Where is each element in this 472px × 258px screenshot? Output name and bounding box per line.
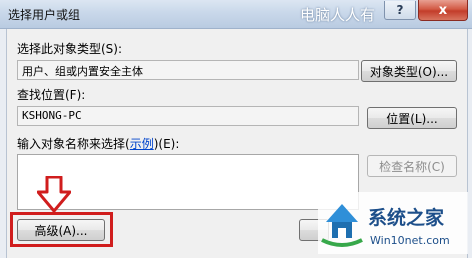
close-button[interactable]: x <box>418 0 468 21</box>
logo-brand-text: 系统之家 <box>368 206 445 229</box>
names-label: 输入对象名称来选择(示例)(E): <box>17 135 179 152</box>
locations-button[interactable]: 位置(L)... <box>367 107 457 129</box>
names-label-suffix: )(E): <box>153 137 180 151</box>
examples-link[interactable]: 示例 <box>130 137 154 151</box>
window-title: 选择用户或组 <box>8 8 81 22</box>
names-label-prefix: 输入对象名称来选择( <box>17 137 130 151</box>
object-types-button[interactable]: 对象类型(O)... <box>361 60 457 82</box>
location-label: 查找位置(F): <box>17 88 86 102</box>
check-names-button[interactable]: 检查名称(C) <box>367 155 457 177</box>
location-field: KSHONG-PC <box>17 106 359 126</box>
title-bar: 选择用户或组 电脑人人有 ? x <box>0 0 472 29</box>
help-button[interactable]: ? <box>384 1 416 20</box>
site-logo: 系统之家 Win10net.com <box>318 192 468 254</box>
object-type-field: 用户、组或内置安全主体 <box>17 60 359 80</box>
advanced-button[interactable]: 高级(A)... <box>17 219 105 241</box>
watermark-text: 电脑人人有 <box>300 6 376 24</box>
help-icon: ? <box>396 3 404 17</box>
object-type-label: 选择此对象类型(S): <box>17 42 123 56</box>
close-icon: x <box>438 2 448 18</box>
red-down-arrow-icon <box>37 176 71 212</box>
logo-site-text: Win10net.com <box>370 234 450 247</box>
